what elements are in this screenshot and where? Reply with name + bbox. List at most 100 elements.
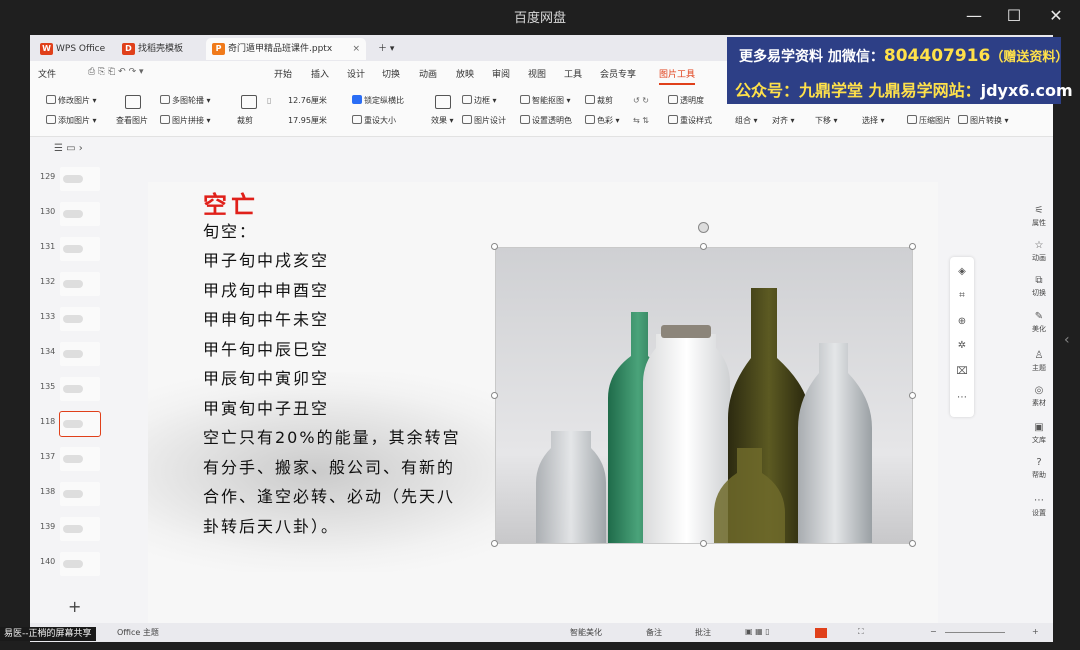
slide-thumbnail[interactable] xyxy=(60,482,100,506)
resize-handle[interactable] xyxy=(491,540,498,547)
minimize-icon[interactable]: — xyxy=(962,5,986,27)
resize-handle[interactable] xyxy=(909,243,916,250)
align-button[interactable]: 对齐 ▾ xyxy=(772,114,795,128)
layers-icon[interactable]: ◈ xyxy=(955,265,969,279)
slide-text-line[interactable]: 甲戌旬中申酉空 xyxy=(203,277,329,301)
slide-thumbnail[interactable] xyxy=(59,411,101,437)
slide-thumbnail-row[interactable]: 140 xyxy=(30,550,120,580)
lock-aspect-checkbox[interactable]: 锁定纵横比 xyxy=(352,94,404,108)
notes-button[interactable]: 备注 xyxy=(646,627,662,638)
chevron-left-icon[interactable]: ‹ xyxy=(1064,332,1070,348)
fit-window-icon[interactable]: ⛶ xyxy=(858,627,864,637)
crop-small-button[interactable]: 裁剪 xyxy=(585,94,613,108)
crop-float-icon[interactable]: ⌗ xyxy=(955,289,969,303)
close-icon[interactable]: ✕ xyxy=(1044,5,1068,27)
menu-design[interactable]: 设计 xyxy=(347,67,365,80)
effects-icon[interactable] xyxy=(435,95,451,109)
rotate-handle-icon[interactable] xyxy=(698,222,709,233)
slide-thumbnail[interactable] xyxy=(60,167,100,191)
slide-text-line[interactable]: 甲子旬中戌亥空 xyxy=(203,247,329,271)
menu-member[interactable]: 会员专享 xyxy=(600,67,636,80)
slide-thumbnail[interactable] xyxy=(60,202,100,226)
slide-text-line[interactable]: 甲寅旬中子丑空 xyxy=(203,395,329,419)
menu-insert[interactable]: 插入 xyxy=(311,67,329,80)
slide-thumbnail[interactable] xyxy=(60,307,100,331)
picture-design-button[interactable]: 图片设计 xyxy=(462,114,506,128)
more-icon[interactable]: ⋯ xyxy=(955,391,969,405)
resize-handle[interactable] xyxy=(909,540,916,547)
slide-text-line[interactable]: 有分手、搬家、般公司、有新的 xyxy=(203,454,455,478)
beautify-panel-button[interactable]: ✎ 美化 xyxy=(1025,311,1053,334)
group-button[interactable]: 组合 ▾ xyxy=(735,114,758,128)
slide-thumbnail[interactable] xyxy=(60,342,100,366)
reset-style-button[interactable]: 重设样式 xyxy=(668,114,712,128)
slide-thumbnail-row[interactable]: 131 xyxy=(30,235,120,265)
tab-docer-templates[interactable]: D 找稻壳模板 xyxy=(116,38,189,60)
slide-text-line[interactable]: 空亡只有20%的能量，其余转宫 xyxy=(203,424,461,448)
slide-title[interactable]: 空亡 xyxy=(203,185,259,220)
transparency-button[interactable]: 透明度 xyxy=(668,94,704,108)
multi-carousel-button[interactable]: 多图轮播 ▾ xyxy=(160,94,211,108)
slide-thumbnail-row[interactable]: 132 xyxy=(30,270,120,300)
menu-review[interactable]: 审阅 xyxy=(492,67,510,80)
menu-animation[interactable]: 动画 xyxy=(419,67,437,80)
slide-thumbnail-row[interactable]: 137 xyxy=(30,445,120,475)
effects-button[interactable]: 效果 ▾ xyxy=(431,114,454,128)
resize-handle[interactable] xyxy=(700,540,707,547)
tab-pptx-document[interactable]: P 奇门遁甲精品班课件.pptx × xyxy=(206,38,366,60)
settings-panel-button[interactable]: ⋯ 设置 xyxy=(1025,495,1053,518)
slide-text-line[interactable]: 甲申旬中午未空 xyxy=(203,306,329,330)
bottles-picture[interactable] xyxy=(495,247,913,544)
menu-view[interactable]: 视图 xyxy=(528,67,546,80)
theme-status[interactable]: Office 主题 xyxy=(117,627,159,638)
smart-cutout-button[interactable]: 智能抠图 ▾ xyxy=(520,94,571,108)
select-button[interactable]: 选择 ▾ xyxy=(862,114,885,128)
close-tab-icon[interactable]: × xyxy=(352,38,360,60)
zoom-icon[interactable]: ⊕ xyxy=(955,315,969,329)
menu-tools[interactable]: 工具 xyxy=(564,67,582,80)
help-panel-button[interactable]: ? 帮助 xyxy=(1025,457,1053,480)
transition-panel-button[interactable]: ⧉ 切换 xyxy=(1025,275,1053,298)
slide-thumbnail-row[interactable]: 135 xyxy=(30,375,120,405)
smart-beautify-button[interactable]: 智能美化 xyxy=(570,627,602,638)
picture-collage-button[interactable]: 图片拼接 ▾ xyxy=(160,114,211,128)
reset-size-button[interactable]: 重设大小 xyxy=(352,114,396,128)
slide-text-line[interactable]: 旬空： xyxy=(203,218,257,242)
flip-icons[interactable]: ⇆ ⇅ xyxy=(633,114,649,128)
color-button[interactable]: 色彩 ▾ xyxy=(585,114,620,128)
slide-thumbnail-row[interactable]: 139 xyxy=(30,515,120,545)
height-input[interactable]: 12.76厘米 xyxy=(288,94,327,108)
slide-thumbnail[interactable] xyxy=(60,552,100,576)
resize-handle[interactable] xyxy=(491,243,498,250)
maximize-icon[interactable]: ☐ xyxy=(1002,5,1026,27)
library-panel-button[interactable]: ▣ 文库 xyxy=(1025,422,1053,445)
quick-access-icons[interactable]: ⎙ ⎘ ⎗ ↶ ↷ ▾ xyxy=(88,67,144,77)
slide-thumbnail[interactable] xyxy=(60,237,100,261)
rotate-icons[interactable]: ↺ ↻ xyxy=(633,94,649,108)
resize-handle[interactable] xyxy=(909,392,916,399)
magic-icon[interactable]: ✲ xyxy=(955,339,969,353)
slide-text-line[interactable]: 合作、逢空必转、必动（先天八 xyxy=(203,483,455,507)
menu-slideshow[interactable]: 放映 xyxy=(456,67,474,80)
slide-thumbnail-row[interactable]: 138 xyxy=(30,480,120,510)
view-mode-icons[interactable]: ▣ ▦ ▯ xyxy=(745,627,770,636)
cutout-icon[interactable]: ⌧ xyxy=(955,365,969,379)
slide-text-line[interactable]: 甲午旬中辰巳空 xyxy=(203,336,329,360)
resize-handle[interactable] xyxy=(491,392,498,399)
slide-thumbnail[interactable] xyxy=(60,447,100,471)
add-slide-icon[interactable]: + xyxy=(68,597,81,616)
slide-thumbnail-row[interactable]: 134 xyxy=(30,340,120,370)
slide-thumbnail[interactable] xyxy=(60,377,100,401)
crop-button[interactable]: 裁剪 xyxy=(237,114,253,128)
menu-start[interactable]: 开始 xyxy=(274,67,292,80)
zoom-slider[interactable] xyxy=(945,632,1005,633)
resize-handle[interactable] xyxy=(700,243,707,250)
zoom-in-icon[interactable]: + xyxy=(1032,627,1039,636)
width-input[interactable]: 17.95厘米 xyxy=(288,114,327,128)
animation-panel-button[interactable]: ☆ 动画 xyxy=(1025,240,1053,263)
material-panel-button[interactable]: ◎ 素材 xyxy=(1025,385,1053,408)
zoom-out-icon[interactable]: − xyxy=(930,627,937,636)
border-button[interactable]: 边框 ▾ xyxy=(462,94,497,108)
view-picture-button[interactable]: 查看图片 xyxy=(116,114,148,128)
add-picture-button[interactable]: 添加图片 ▾ xyxy=(46,114,97,128)
